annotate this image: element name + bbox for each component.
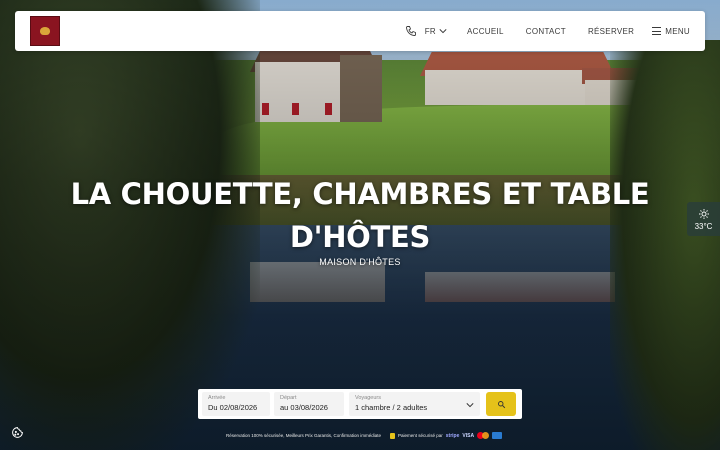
hamburger-icon (652, 27, 662, 35)
weather-widget[interactable]: 33°C (687, 202, 720, 236)
booking-bar: Arrivée Du 02/08/2026 Départ au 03/08/20… (198, 389, 522, 419)
owl-icon (40, 27, 50, 35)
arrival-field[interactable]: Arrivée Du 02/08/2026 (202, 392, 270, 416)
page-title: LA CHOUETTE, CHAMBRES ET TABLE D'HÔTES (60, 173, 660, 259)
arrival-label: Arrivée (208, 395, 226, 401)
page-subtitle: MAISON D'HÔTES (319, 257, 401, 267)
arrival-value: Du 02/08/2026 (208, 403, 258, 412)
reassurance-text: Réservation 100% sécurisée, Meilleurs Pr… (226, 433, 382, 438)
cookie-icon[interactable] (11, 426, 24, 439)
departure-label: Départ (280, 395, 297, 401)
language-label: FR (424, 26, 436, 36)
sun-icon (698, 208, 709, 219)
guests-select[interactable]: Voyageurs 1 chambre / 2 adultes (349, 392, 480, 416)
departure-value: au 03/08/2026 (280, 403, 328, 412)
amex-icon (492, 432, 503, 439)
search-button[interactable] (486, 392, 516, 416)
visa-logo: VISA (462, 432, 475, 439)
phone-icon (405, 26, 416, 36)
nav-reserver[interactable]: RÉSERVER (588, 27, 634, 36)
guests-label: Voyageurs (355, 395, 381, 401)
payment-info: Paiement sécurisé par stripe VISA (390, 432, 503, 439)
chevron-down-icon (439, 29, 447, 34)
chevron-down-icon (466, 403, 474, 408)
guests-value: 1 chambre / 2 adultes (355, 403, 428, 412)
title-line-1: LA CHOUETTE, CHAMBRES ET TABLE (70, 177, 650, 211)
menu-button[interactable]: MENU (652, 27, 690, 36)
language-selector[interactable]: FR (425, 27, 447, 36)
title-line-2: D'HÔTES (289, 220, 431, 254)
main-nav: FR ACCUEIL CONTACT RÉSERVER MENU (405, 11, 690, 51)
lock-icon (390, 432, 395, 439)
phone-button[interactable] (405, 25, 425, 37)
menu-label: MENU (665, 26, 690, 36)
site-header: FR ACCUEIL CONTACT RÉSERVER MENU (15, 11, 705, 51)
search-icon (497, 400, 505, 408)
mastercard-icon (477, 432, 490, 439)
payment-text: Paiement sécurisé par (398, 433, 443, 438)
temperature: 33°C (694, 221, 713, 231)
nav-accueil[interactable]: ACCUEIL (467, 27, 504, 36)
logo-icon[interactable] (30, 16, 60, 46)
nav-contact[interactable]: CONTACT (526, 27, 566, 36)
departure-field[interactable]: Départ au 03/08/2026 (274, 392, 344, 416)
stripe-logo: stripe (445, 432, 460, 439)
